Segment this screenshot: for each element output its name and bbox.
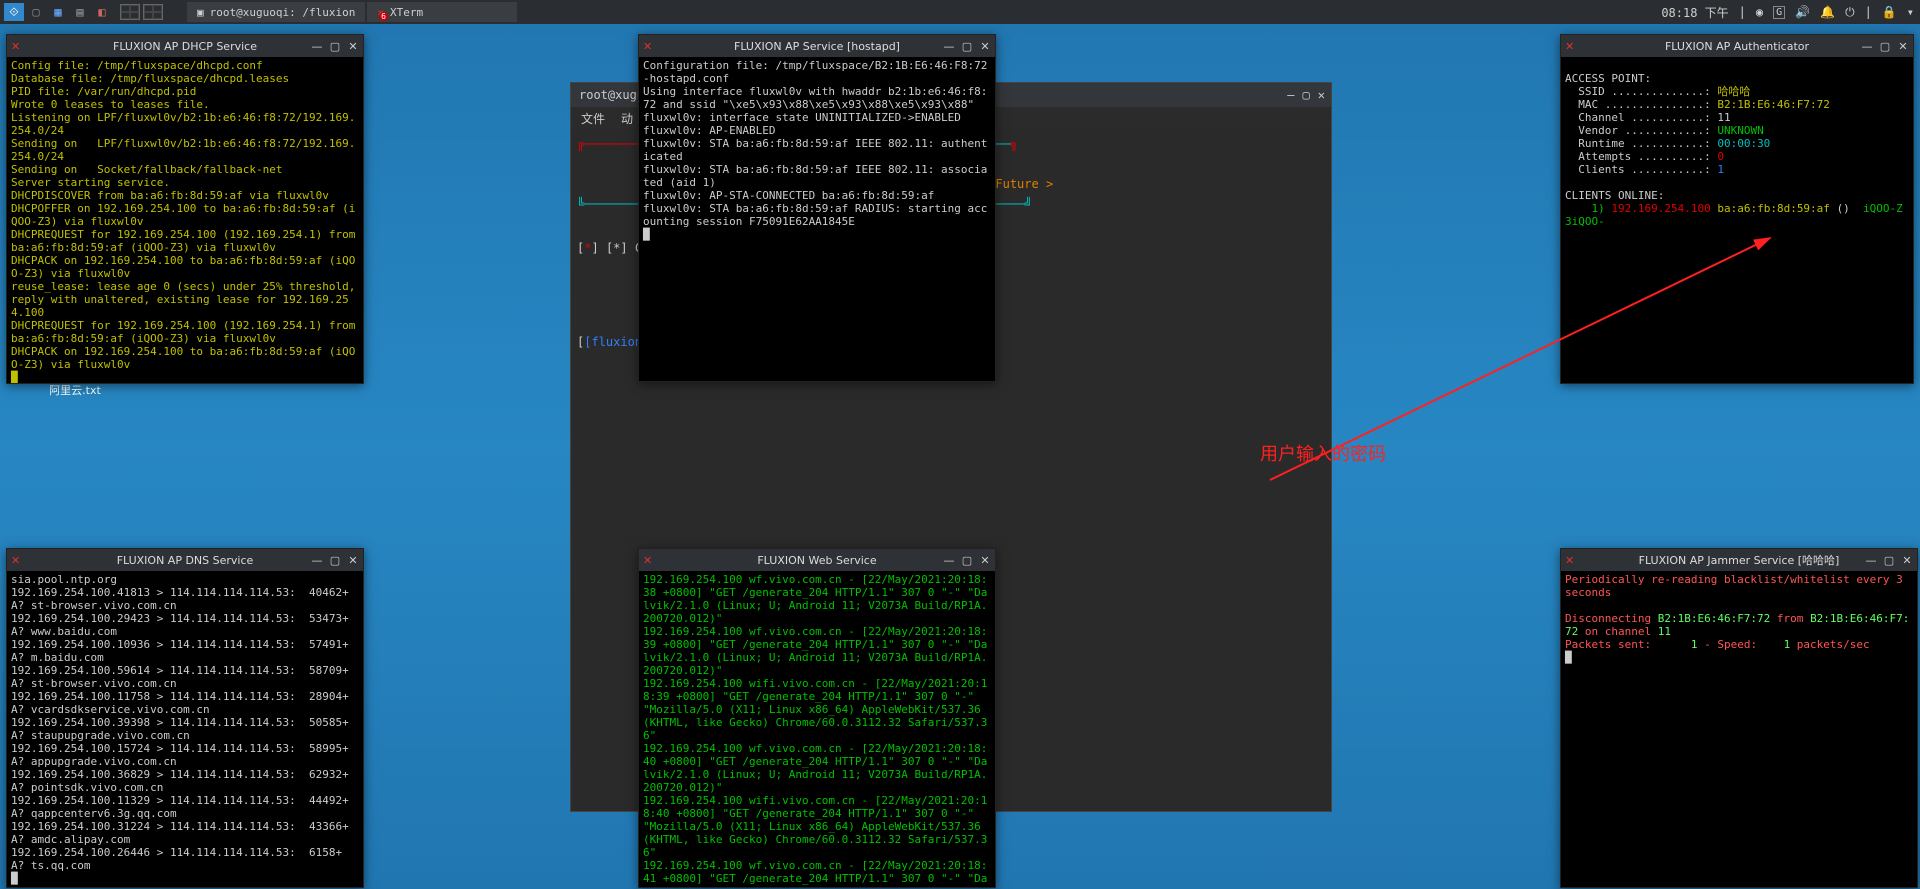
minimize-icon[interactable]: — (1865, 554, 1877, 566)
close-icon[interactable]: ✕ (979, 40, 991, 52)
dhcp-titlebar[interactable]: ✕ FLUXION AP DHCP Service — ▢ ✕ (7, 35, 363, 57)
terminal-icon[interactable]: ▢ (26, 3, 46, 21)
auth-output[interactable]: ACCESS POINT: SSID ..............: 哈哈哈 M… (1561, 57, 1913, 383)
kali-menu-icon[interactable]: ⟐ (4, 3, 24, 21)
close-icon[interactable]: ✕ (347, 40, 359, 52)
badge: 6 (379, 12, 388, 21)
auth-window: ✕ FLUXION AP Authenticator — ▢ ✕ ACCESS PO… (1560, 34, 1914, 384)
xterm-icon: ✕ (11, 40, 20, 53)
xterm-icon: ✕ (1565, 554, 1574, 567)
dhcp-output[interactable]: Config file: /tmp/fluxspace/dhcpd.conf D… (7, 57, 363, 383)
close-icon[interactable]: ✕ (347, 554, 359, 566)
window-title: FLUXION AP Authenticator (1665, 40, 1809, 53)
volume-icon[interactable]: 🔊 (1795, 5, 1810, 19)
workspace-switcher[interactable] (120, 4, 163, 20)
app-icon-1[interactable]: ▤ (70, 3, 90, 21)
xterm-icon: ✕ (1565, 40, 1574, 53)
jammer-titlebar[interactable]: ✕ FLUXION AP Jammer Service [哈哈哈] — ▢ ✕ (1561, 549, 1917, 571)
auth-titlebar[interactable]: ✕ FLUXION AP Authenticator — ▢ ✕ (1561, 35, 1913, 57)
annotation-label: 用户输入的密码 (1260, 440, 1386, 466)
close-icon[interactable]: ✕ (1318, 88, 1325, 102)
window-title: FLUXION Web Service (757, 554, 876, 567)
terminal-task-icon: ▣ (197, 6, 204, 19)
window-title: FLUXION AP DHCP Service (113, 40, 257, 53)
minimize-icon[interactable]: — (943, 40, 955, 52)
window-title: FLUXION AP DNS Service (117, 554, 254, 567)
task-button-terminal[interactable]: ▣ root@xuguoqi: /fluxion (187, 2, 365, 22)
task-label: XTerm (390, 6, 423, 19)
notification-icon[interactable]: 🔔 (1820, 5, 1835, 19)
minimize-icon[interactable]: — (1861, 40, 1873, 52)
maximize-icon[interactable]: ▢ (961, 554, 973, 566)
dns-window: ✕ FLUXION AP DNS Service — ▢ ✕ sia.pool.nt… (6, 548, 364, 888)
hostapd-titlebar[interactable]: ✕ FLUXION AP Service [hostapd] — ▢ ✕ (639, 35, 995, 57)
dns-titlebar[interactable]: ✕ FLUXION AP DNS Service — ▢ ✕ (7, 549, 363, 571)
xterm-icon: ✕ (11, 554, 20, 567)
top-taskbar: ⟐ ▢ ▦ ▤ ◧ ▣ root@xuguoqi: /fluxion ✕6 XT… (0, 0, 1920, 24)
clock[interactable]: 08:18 下午 (1661, 4, 1728, 21)
file-label: 阿里云.txt (49, 382, 101, 398)
app-icon-2[interactable]: ◧ (92, 3, 112, 21)
window-title: FLUXION AP Service [hostapd] (734, 40, 900, 53)
window-title: FLUXION AP Jammer Service [哈哈哈] (1639, 552, 1840, 568)
lock-icon[interactable]: 🔒 (1882, 5, 1897, 19)
divider: | (1739, 5, 1746, 19)
prompt-label: [fluxion (584, 335, 642, 349)
power-icon[interactable]: ⏻ (1845, 5, 1855, 20)
minimize-icon[interactable]: — (1287, 88, 1294, 102)
menu-file[interactable]: 文件 (581, 110, 605, 127)
minimize-icon[interactable]: — (311, 40, 323, 52)
hostapd-output[interactable]: Configuration file: /tmp/fluxspace/B2:1B… (639, 57, 995, 381)
chevron-down-icon[interactable]: ▾ (1907, 5, 1914, 19)
close-icon[interactable]: ✕ (979, 554, 991, 566)
xterm-icon: ✕ (643, 554, 652, 567)
maximize-icon[interactable]: ▢ (1883, 554, 1895, 566)
close-icon[interactable]: ✕ (1901, 554, 1913, 566)
close-icon[interactable]: ✕ (1897, 40, 1909, 52)
task-label: root@xuguoqi: /fluxion (210, 6, 356, 19)
maximize-icon[interactable]: ▢ (329, 40, 341, 52)
maximize-icon[interactable]: ▢ (1879, 40, 1891, 52)
recorder-icon[interactable]: ◉ (1756, 5, 1763, 19)
minimize-icon[interactable]: — (943, 554, 955, 566)
input-method-icon[interactable]: G (1773, 6, 1785, 19)
hostapd-window: ✕ FLUXION AP Service [hostapd] — ▢ ✕ Confi… (638, 34, 996, 382)
jammer-window: ✕ FLUXION AP Jammer Service [哈哈哈] — ▢ ✕ Pe… (1560, 548, 1918, 888)
maximize-icon[interactable]: ▢ (1303, 88, 1310, 102)
jammer-output[interactable]: Periodically re-reading blacklist/whitel… (1561, 571, 1917, 887)
web-output[interactable]: 192.169.254.100 wf.vivo.com.cn - [22/May… (639, 571, 995, 887)
web-titlebar[interactable]: ✕ FLUXION Web Service — ▢ ✕ (639, 549, 995, 571)
maximize-icon[interactable]: ▢ (961, 40, 973, 52)
files-icon[interactable]: ▦ (48, 3, 68, 21)
divider: | (1865, 5, 1872, 19)
xterm-icon: ✕ (643, 40, 652, 53)
dhcp-window: ✕ FLUXION AP DHCP Service — ▢ ✕ Config fil… (6, 34, 364, 384)
task-button-xterm[interactable]: ✕6 XTerm (367, 2, 517, 22)
web-window: ✕ FLUXION Web Service — ▢ ✕ 192.169.254.10… (638, 548, 996, 888)
menu-action[interactable]: 动 (621, 110, 633, 127)
maximize-icon[interactable]: ▢ (329, 554, 341, 566)
minimize-icon[interactable]: — (311, 554, 323, 566)
dns-output[interactable]: sia.pool.ntp.org 192.169.254.100.41813 >… (7, 571, 363, 887)
